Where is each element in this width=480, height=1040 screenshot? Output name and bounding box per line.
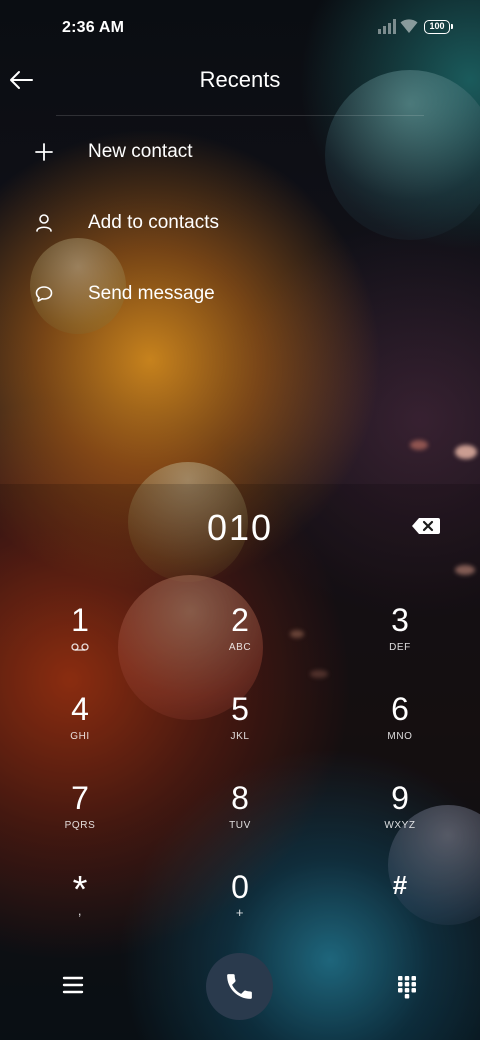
key-digit: 2	[231, 602, 249, 638]
hamburger-menu-icon	[62, 976, 84, 994]
key-letters: TUV	[229, 820, 251, 831]
status-bar: 2:36 AM 100	[0, 0, 480, 56]
person-icon	[36, 214, 52, 232]
new-contact-label: New contact	[88, 141, 193, 162]
key-8[interactable]: 8 TUV	[180, 776, 300, 856]
key-star[interactable]: * ,	[20, 865, 140, 945]
key-3[interactable]: 3 DEF	[340, 598, 460, 678]
page-title: Recents	[199, 67, 281, 92]
menu-button[interactable]	[53, 965, 93, 1005]
key-digit: 4	[71, 691, 89, 727]
key-digit: 3	[391, 602, 409, 638]
dialpad-toggle-button[interactable]	[387, 965, 427, 1005]
key-1[interactable]: 1	[20, 598, 140, 678]
key-digit: 0	[231, 869, 249, 905]
key-letters: ,	[77, 903, 83, 918]
add-to-contacts-label: Add to contacts	[88, 212, 219, 233]
signal-icon	[378, 19, 396, 34]
key-0[interactable]: 0 +	[180, 865, 300, 945]
dialpad-icon	[398, 976, 416, 999]
plus-icon	[35, 143, 53, 161]
bokeh-spark	[410, 440, 428, 450]
key-letters: WXYZ	[384, 820, 416, 831]
message-bubble-icon	[35, 286, 53, 302]
dialed-number: 010	[206, 507, 274, 548]
wifi-icon	[400, 19, 418, 33]
key-digit: 8	[231, 780, 249, 816]
key-5[interactable]: 5 JKL	[180, 687, 300, 767]
key-letters: MNO	[387, 731, 413, 742]
battery-icon: 100	[424, 20, 453, 34]
key-hash[interactable]: #	[340, 865, 460, 945]
key-letters: GHI	[70, 731, 90, 742]
phone-icon	[227, 974, 252, 999]
key-digit: 5	[231, 691, 249, 727]
key-4[interactable]: 4 GHI	[20, 687, 140, 767]
header-divider	[56, 115, 424, 116]
send-message-item[interactable]: Send message	[0, 264, 480, 324]
key-digit: 9	[391, 780, 409, 816]
key-letters: JKL	[230, 731, 250, 742]
key-letters: ABC	[228, 642, 252, 653]
key-letters: PQRS	[64, 820, 96, 831]
backspace-button[interactable]	[410, 514, 442, 538]
send-message-label: Send message	[88, 283, 215, 304]
new-contact-item[interactable]: New contact	[0, 122, 480, 182]
key-6[interactable]: 6 MNO	[340, 687, 460, 767]
status-time: 2:36 AM	[62, 19, 125, 36]
key-digit: #	[392, 870, 408, 900]
key-2[interactable]: 2 ABC	[180, 598, 300, 678]
key-letters: DEF	[389, 642, 411, 653]
voicemail-icon	[71, 643, 89, 651]
backspace-icon	[412, 518, 440, 534]
key-9[interactable]: 9 WXYZ	[340, 776, 460, 856]
key-7[interactable]: 7 PQRS	[20, 776, 140, 856]
bokeh-spark	[455, 445, 477, 459]
key-digit: 1	[71, 602, 89, 638]
key-digit: 7	[71, 780, 89, 816]
add-to-contacts-item[interactable]: Add to contacts	[0, 193, 480, 253]
key-digit: 6	[391, 691, 409, 727]
call-button[interactable]	[206, 953, 273, 1020]
key-letters: +	[235, 905, 245, 920]
